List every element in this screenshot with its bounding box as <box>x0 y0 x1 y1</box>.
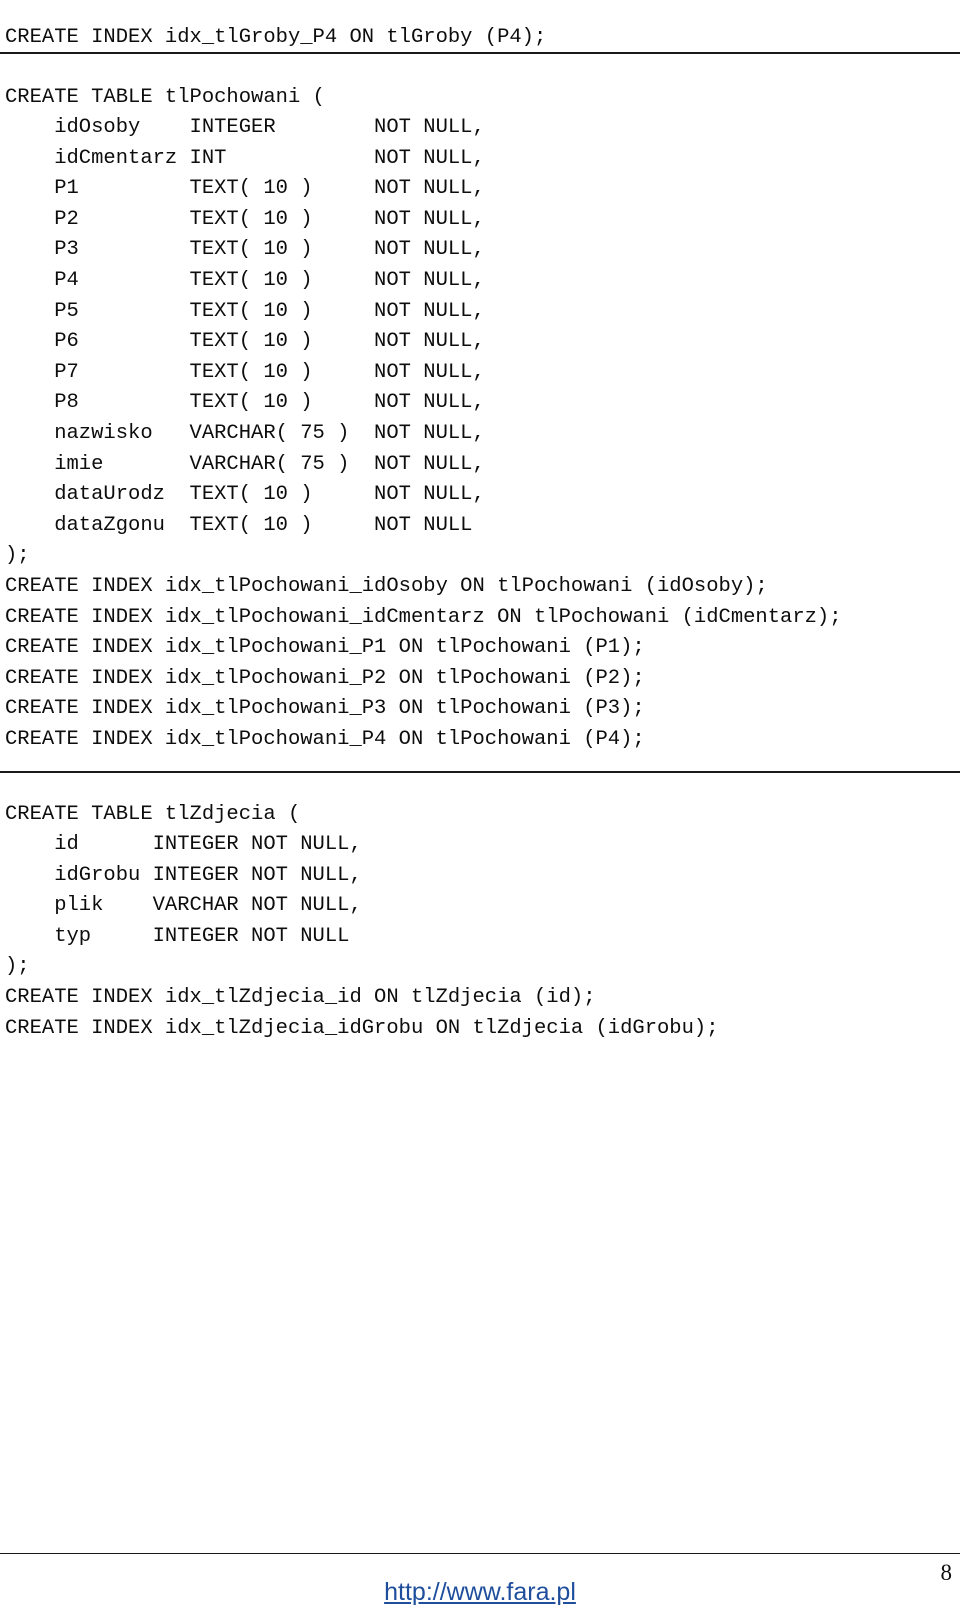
section-divider-middle <box>0 771 960 773</box>
sql-block-tlgroby-index: CREATE INDEX idx_tlGroby_P4 ON tlGroby (… <box>5 25 547 49</box>
section-divider-top <box>0 52 960 54</box>
sql-block-tlpochowani: CREATE TABLE tlPochowani ( idOsoby INTEG… <box>5 85 842 751</box>
footer-link-row: http://www.fara.pl <box>0 1578 960 1607</box>
document-page: CREATE INDEX idx_tlGroby_P4 ON tlGroby (… <box>0 0 960 1618</box>
footer-website-link[interactable]: http://www.fara.pl <box>384 1578 576 1606</box>
sql-block-tlzdjecia: CREATE TABLE tlZdjecia ( id INTEGER NOT … <box>5 802 719 1040</box>
footer-divider <box>0 1553 960 1554</box>
